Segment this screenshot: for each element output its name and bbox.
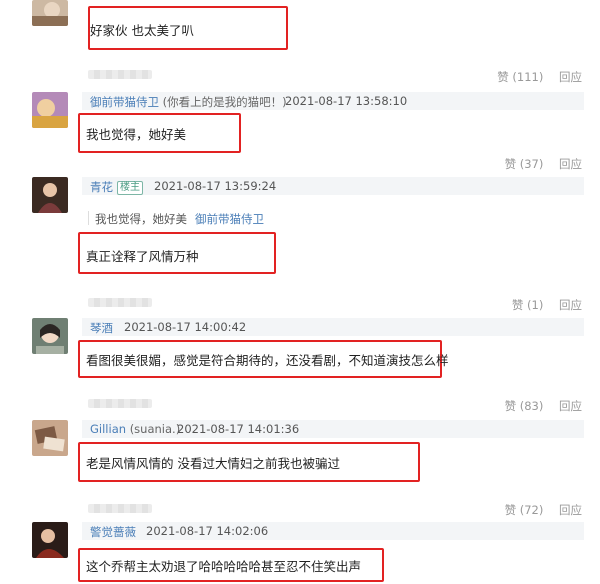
like-button[interactable]: 赞 (83) xyxy=(505,398,544,414)
comment-text: 这个乔帮主太劝退了哈哈哈哈哈甚至忍不住笑出声 xyxy=(86,559,362,574)
username-link[interactable]: 青花 xyxy=(90,180,113,194)
comment-text: 我也觉得，她好美 xyxy=(86,127,187,142)
action-row: 赞 (37) 回应 xyxy=(505,156,582,172)
quote-username-link[interactable]: 御前带猫侍卫 xyxy=(195,212,264,226)
comment-header: Gillian (suania.) 2021-08-17 14:01:36 xyxy=(82,420,584,438)
reply-button[interactable]: 回应 xyxy=(559,398,582,414)
action-row: 赞 (83) 回应 xyxy=(505,398,582,414)
timestamp: 2021-08-17 14:01:36 xyxy=(177,422,300,436)
timestamp: 2021-08-17 13:58:10 xyxy=(285,94,408,108)
reply-preview-placeholder xyxy=(88,399,152,408)
avatar[interactable] xyxy=(32,318,68,354)
user-remark: (suania.) xyxy=(129,422,181,436)
avatar[interactable] xyxy=(32,0,68,26)
avatar[interactable] xyxy=(32,522,68,558)
reply-button[interactable]: 回应 xyxy=(559,502,582,518)
username-link[interactable]: 御前带猫侍卫 xyxy=(90,95,159,109)
like-button[interactable]: 赞 (1) xyxy=(512,297,543,313)
avatar[interactable] xyxy=(32,420,68,456)
quote-text: 我也觉得，她好美 xyxy=(95,212,187,226)
comment-text: 好家伙 也太美了叭 xyxy=(90,23,194,38)
action-row: 赞 (1) 回应 xyxy=(512,297,582,313)
user-remark: (你看上的是我的猫吧！) xyxy=(162,95,287,109)
avatar[interactable] xyxy=(32,177,68,213)
comment-text: 看图很美很媚，感觉是符合期待的，还没看剧，不知道演技怎么样 xyxy=(86,353,449,368)
reply-preview-placeholder xyxy=(88,70,152,79)
reply-preview-placeholder xyxy=(88,504,152,513)
comment-text: 真正诠释了风情万种 xyxy=(86,249,199,264)
comment-header: 琴酒 2021-08-17 14:00:42 xyxy=(82,318,584,336)
timestamp: 2021-08-17 13:59:24 xyxy=(154,179,277,193)
username-link[interactable]: 警觉蔷薇 xyxy=(90,525,136,539)
comment-header: 警觉蔷薇 2021-08-17 14:02:06 xyxy=(82,522,584,540)
avatar[interactable] xyxy=(32,92,68,128)
comment-header: 青花 楼主 2021-08-17 13:59:24 xyxy=(82,177,584,195)
username-link[interactable]: Gillian xyxy=(90,422,126,436)
action-row: 赞 (111) 回应 xyxy=(497,69,582,85)
username-link[interactable]: 琴酒 xyxy=(90,321,113,335)
reply-button[interactable]: 回应 xyxy=(559,69,582,85)
reply-button[interactable]: 回应 xyxy=(559,297,582,313)
comment-text: 老是风情风情的 没看过大情妇之前我也被骗过 xyxy=(86,456,340,471)
comment-header: 御前带猫侍卫 (你看上的是我的猫吧！) 2021-08-17 13:58:10 xyxy=(82,92,584,110)
reply-button[interactable]: 回应 xyxy=(559,156,582,172)
like-button[interactable]: 赞 (72) xyxy=(505,502,544,518)
op-badge: 楼主 xyxy=(117,181,143,195)
like-button[interactable]: 赞 (37) xyxy=(505,156,544,172)
timestamp: 2021-08-17 14:00:42 xyxy=(124,320,247,334)
reply-preview-placeholder xyxy=(88,298,152,307)
quoted-reply: 我也觉得，她好美 御前带猫侍卫 xyxy=(88,211,264,226)
action-row: 赞 (72) 回应 xyxy=(505,502,582,518)
timestamp: 2021-08-17 14:02:06 xyxy=(146,524,269,538)
like-button[interactable]: 赞 (111) xyxy=(497,69,543,85)
